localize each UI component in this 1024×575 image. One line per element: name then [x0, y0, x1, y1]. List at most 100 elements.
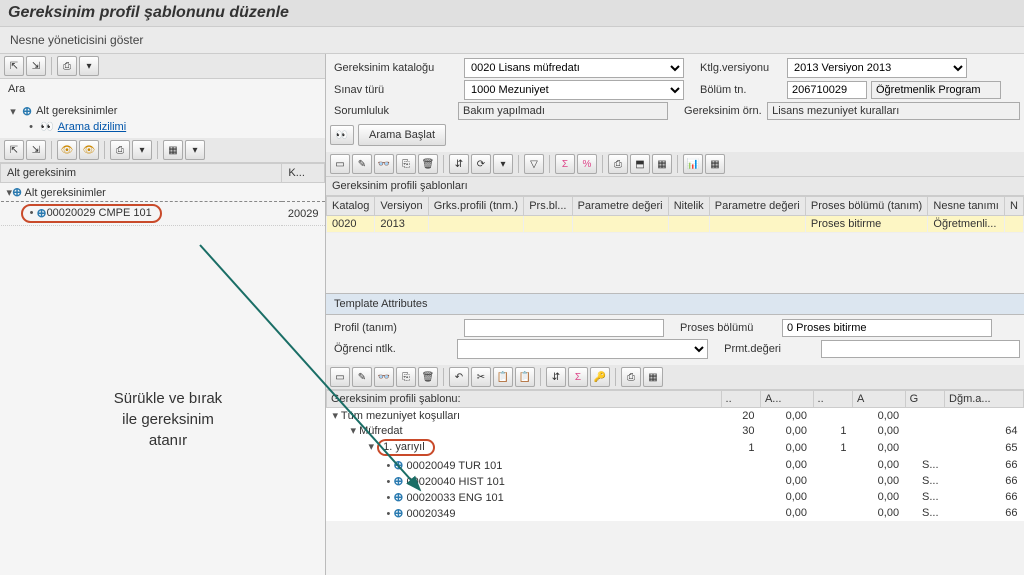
col-param2[interactable]: Parametre değeri [709, 197, 805, 216]
left-grid: Alt gereksinim K... ▾⊕ Alt gereksinimler… [0, 163, 325, 226]
check-icon[interactable]: ⇵ [449, 154, 469, 174]
gereksinim-label: Gereksinim örn. [672, 105, 763, 117]
profile-tree-row[interactable]: • ⊕ 00020049 TUR 1010,000,00S...66 [327, 457, 1024, 473]
search-label: Ara [0, 79, 325, 99]
col-param1[interactable]: Parametre değeri [572, 197, 668, 216]
sum-icon[interactable]: Σ [555, 154, 575, 174]
subtotal-icon[interactable]: % [577, 154, 597, 174]
col-nitelik[interactable]: Nitelik [668, 197, 709, 216]
copy-icon[interactable]: ⎘ [396, 367, 416, 387]
copy-icon[interactable]: ⎘ [396, 154, 416, 174]
print-icon[interactable]: ⎙ [621, 367, 641, 387]
expand-icon[interactable]: ⇲ [26, 56, 46, 76]
prmt-input[interactable] [821, 340, 1020, 358]
profil-input[interactable] [464, 319, 664, 337]
grid-row-root[interactable]: ▾⊕ Alt gereksinimler [1, 183, 325, 202]
tree-root-label: Alt gereksinimler [36, 105, 117, 117]
layout-icon[interactable]: ▦ [705, 154, 725, 174]
search-next-icon[interactable]: 👁 [79, 140, 99, 160]
filter-icon[interactable]: ▽ [524, 154, 544, 174]
program-display [871, 81, 1001, 99]
check-icon[interactable]: ⇵ [546, 367, 566, 387]
more-icon[interactable]: ▾ [493, 154, 513, 174]
col-k[interactable]: K... [282, 164, 325, 183]
excel-icon[interactable]: ▦ [652, 154, 672, 174]
struct-icon: ⊕ [393, 458, 403, 472]
profile-tree-row[interactable]: ▾ Tüm mezuniyet koşulları200,000,00 [327, 408, 1024, 424]
attr-form: Profil (tanım) Proses bölümü Öğrenci ntl… [326, 315, 1024, 365]
paste-icon[interactable]: 📋 [493, 367, 513, 387]
delete-icon[interactable]: 🗑 [418, 154, 438, 174]
collapse-icon[interactable]: ⇱ [4, 140, 24, 160]
katalog-label: Gereksinim kataloğu [330, 62, 460, 74]
main-grid: Katalog Versiyon Grks.profili (tnm.) Prs… [326, 196, 1024, 233]
version-label: Ktlg.versiyonu [688, 62, 783, 74]
refresh-icon[interactable]: ⟳ [471, 154, 491, 174]
display-icon[interactable]: 👓 [374, 367, 394, 387]
col-katalog[interactable]: Katalog [327, 197, 375, 216]
dropdown-icon[interactable]: ▾ [185, 140, 205, 160]
left-toolbar-1: ⇱ ⇲ ⎙ ▾ [0, 54, 325, 79]
expand-icon[interactable]: ⇲ [26, 140, 46, 160]
tree-root[interactable]: ▾ ⊕ Alt gereksinimler [8, 103, 317, 119]
sum-icon[interactable]: Σ [568, 367, 588, 387]
col-versiyon[interactable]: Versiyon [375, 197, 428, 216]
proses-input[interactable] [782, 319, 992, 337]
bolum-input[interactable] [787, 81, 867, 99]
content: ⇱ ⇲ ⎙ ▾ Ara ▾ ⊕ Alt gereksinimler • 👀 Ar… [0, 54, 1024, 575]
binoculars-icon[interactable]: 👀 [330, 125, 354, 145]
ogrenci-select[interactable] [457, 339, 708, 359]
search-start-button[interactable]: Arama Başlat [358, 124, 446, 146]
profile-tree-row[interactable]: ▾ Müfredat300,0010,0064 [327, 423, 1024, 438]
col-alt-gereksinim[interactable]: Alt gereksinim [1, 164, 282, 183]
cut-icon[interactable]: ✂ [471, 367, 491, 387]
display-icon[interactable]: 👓 [374, 154, 394, 174]
print-icon[interactable]: ⎙ [608, 154, 628, 174]
key-icon[interactable]: 🔑 [590, 367, 610, 387]
edit-icon[interactable]: ✎ [352, 154, 372, 174]
sinav-select[interactable]: 1000 Mezuniyet [464, 80, 684, 100]
dropdown-icon[interactable]: ▾ [79, 56, 99, 76]
print-icon[interactable]: ⎙ [110, 140, 130, 160]
profile-tree-row[interactable]: ▾ 1. yarıyıl10,0010,0065 [327, 438, 1024, 457]
col-n[interactable]: N [1004, 197, 1023, 216]
export-icon[interactable]: ⬒ [630, 154, 650, 174]
attr-section-header: Template Attributes [326, 293, 1024, 315]
version-select[interactable]: 2013 Versiyon 2013 [787, 58, 967, 78]
new-icon[interactable]: ▭ [330, 154, 350, 174]
tree-child-label: Arama dizilimi [58, 121, 126, 133]
chart-icon[interactable]: 📊 [683, 154, 703, 174]
col-proses[interactable]: Proses bölümü (tanım) [805, 197, 927, 216]
col-profili[interactable]: Grks.profili (tnm.) [428, 197, 524, 216]
grid-row-item[interactable]: •⊕ 00020029 CMPE 101 20029 [1, 202, 325, 226]
subtitle-link[interactable]: Nesne yöneticisini göster [0, 27, 1024, 54]
undo-icon[interactable]: ↶ [449, 367, 469, 387]
grid-row[interactable]: 0020 2013 Proses bitirme Öğretmenli... [327, 216, 1024, 233]
col-prsbl[interactable]: Prs.bl... [524, 197, 572, 216]
binoculars-icon: 👀 [40, 120, 54, 133]
page-title: Gereksinim profil şablonunu düzenle [0, 0, 1024, 27]
search-icon[interactable]: 👁 [57, 140, 77, 160]
edit-icon[interactable]: ✎ [352, 367, 372, 387]
col-nesne[interactable]: Nesne tanımı [928, 197, 1005, 216]
profile-tree-row[interactable]: • ⊕ 00020033 ENG 1010,000,00S...66 [327, 489, 1024, 505]
collapse-icon[interactable]: ⇱ [4, 56, 24, 76]
left-tree: ▾ ⊕ Alt gereksinimler • 👀 Arama dizilimi [0, 99, 325, 138]
profile-tree-row[interactable]: • ⊕ 000203490,000,00S...66 [327, 505, 1024, 521]
delete-icon[interactable]: 🗑 [418, 367, 438, 387]
new-icon[interactable]: ▭ [330, 367, 350, 387]
tree-child[interactable]: • 👀 Arama dizilimi [8, 119, 317, 134]
profile-tree-row[interactable]: • ⊕ 00020040 HIST 1010,000,00S...66 [327, 473, 1024, 489]
katalog-select[interactable]: 0020 Lisans müfredatı [464, 58, 684, 78]
chevron-down-icon[interactable]: ▾ [8, 105, 18, 118]
layout-icon[interactable]: ▦ [643, 367, 663, 387]
layout-icon[interactable]: ▦ [163, 140, 183, 160]
app-window: Gereksinim profil şablonunu düzenle Nesn… [0, 0, 1024, 575]
sorumluluk-label: Sorumluluk [330, 105, 454, 117]
paste-icon[interactable]: 📋 [515, 367, 535, 387]
sorumluluk-value: Bakım yapılmadı [458, 102, 668, 120]
dropdown-icon[interactable]: ▾ [132, 140, 152, 160]
struct-icon: ⊕ [393, 506, 403, 520]
print-icon[interactable]: ⎙ [57, 56, 77, 76]
left-toolbar-2: ⇱ ⇲ 👁 👁 ⎙ ▾ ▦ ▾ [0, 138, 325, 163]
